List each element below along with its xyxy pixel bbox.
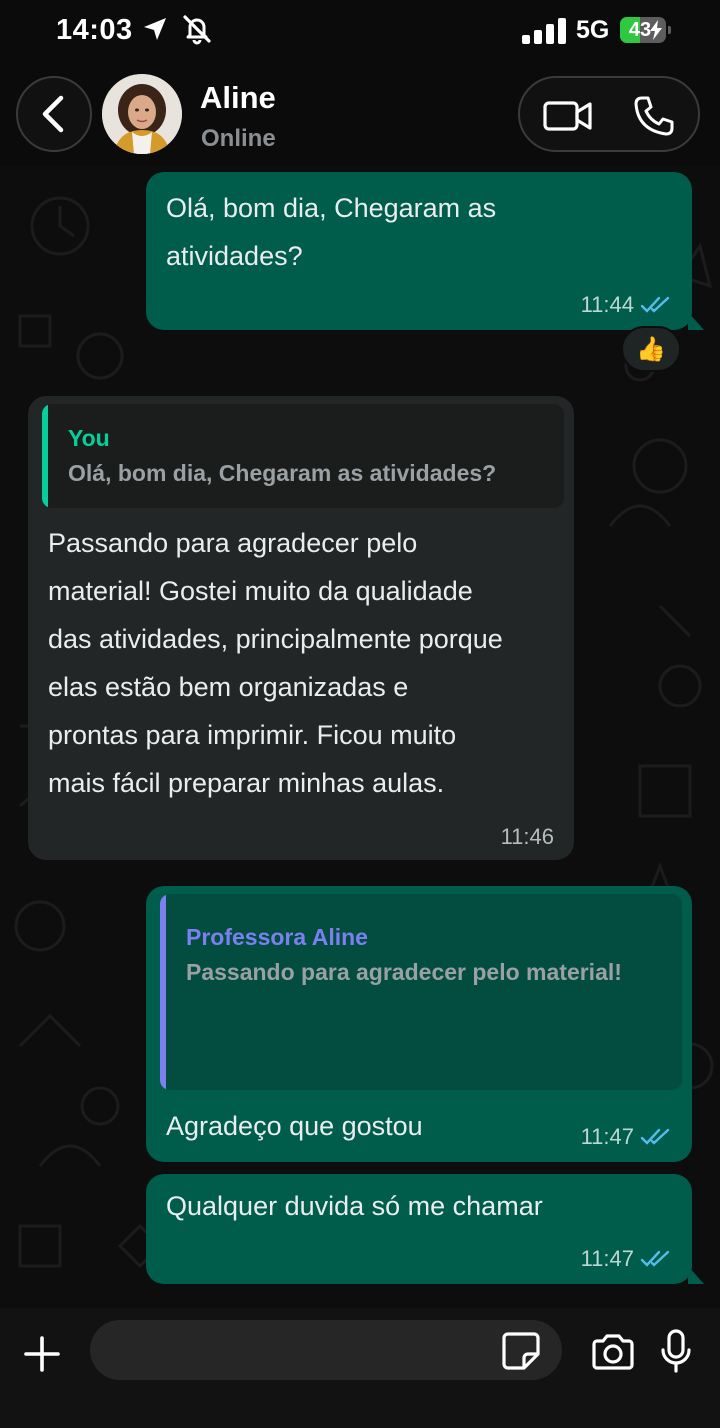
call-actions [518, 76, 700, 152]
double-check-read-icon [640, 1128, 670, 1145]
bubble-tail [688, 312, 704, 330]
thumbs-up-icon: 👍 [636, 335, 666, 363]
status-bar: 14:03 5G 43 [0, 0, 720, 62]
message-text-line: atividades? [166, 241, 303, 271]
back-chevron-icon [42, 95, 64, 133]
network-type: 5G [576, 16, 610, 44]
plus-icon [24, 1336, 60, 1372]
microphone-icon [661, 1329, 691, 1373]
camera-icon [592, 1334, 634, 1370]
message-time: 11:47 [580, 1246, 634, 1271]
message-text: Qualquer duvida só me chamar [166, 1191, 543, 1221]
contact-name[interactable]: Aline [200, 80, 276, 116]
message-time: 11:47 [580, 1124, 634, 1149]
message-bubble-outgoing[interactable]: Olá, bom dia, Chegaram as atividades? 11… [146, 172, 692, 330]
quoted-message[interactable]: You Olá, bom dia, Chegaram as atividades… [42, 404, 564, 508]
contact-status: Online [201, 125, 276, 152]
status-time: 14:03 [56, 14, 133, 46]
quoted-message[interactable]: Professora Aline Passando para agradecer… [160, 894, 682, 1090]
double-check-read-icon [640, 1250, 670, 1267]
battery-charging-icon: 43 [620, 17, 671, 43]
message-text-line: mais fácil preparar minhas aulas. [48, 768, 445, 798]
message-time: 11:44 [580, 292, 634, 317]
message-text: Agradeço que gostou [166, 1111, 423, 1141]
bubble-tail [688, 1266, 704, 1284]
message-text-line: elas estão bem organizadas e [48, 672, 409, 702]
location-arrow-icon [141, 15, 169, 48]
video-call-icon [543, 101, 592, 131]
mic-button[interactable] [660, 1328, 692, 1379]
message-text-line: Passando para agradecer pelo [48, 528, 418, 558]
message-bubble-incoming[interactable]: You Olá, bom dia, Chegaram as atividades… [28, 396, 574, 860]
signal-bars-icon [522, 18, 568, 49]
message-text-line: material! Gostei muito da qualidade [48, 576, 473, 606]
message-text-line: das atividades, principalmente porque [48, 624, 503, 654]
voice-call-button[interactable] [632, 94, 676, 143]
back-button[interactable] [16, 76, 92, 152]
quoted-author: You [68, 425, 110, 451]
quoted-author: Professora Aline [186, 924, 368, 950]
voice-call-icon [634, 96, 674, 136]
quoted-text: Olá, bom dia, Chegaram as atividades? [68, 460, 497, 486]
avatar[interactable] [102, 74, 182, 154]
chat-header: Aline Online [0, 62, 720, 166]
bell-off-icon [181, 13, 213, 50]
message-input[interactable] [90, 1320, 562, 1380]
composer-bar [0, 1308, 720, 1428]
message-bubble-outgoing[interactable]: Qualquer duvida só me chamar 11:47 [146, 1174, 692, 1284]
sticker-icon [502, 1332, 540, 1370]
attach-button[interactable] [20, 1332, 64, 1381]
camera-button[interactable] [590, 1332, 636, 1377]
sticker-button[interactable] [500, 1330, 542, 1377]
message-bubble-outgoing[interactable]: Professora Aline Passando para agradecer… [146, 886, 692, 1162]
quoted-text: Passando para agradecer pelo material! [186, 959, 622, 985]
chat-area[interactable]: Olá, bom dia, Chegaram as atividades? 11… [0, 166, 720, 1308]
double-check-read-icon [640, 296, 670, 313]
message-text-line: prontas para imprimir. Ficou muito [48, 720, 457, 750]
message-time: 11:46 [500, 824, 554, 849]
video-call-button[interactable] [542, 96, 594, 141]
reaction-badge[interactable]: 👍 [621, 326, 681, 372]
message-text-line: Olá, bom dia, Chegaram as [166, 193, 497, 223]
